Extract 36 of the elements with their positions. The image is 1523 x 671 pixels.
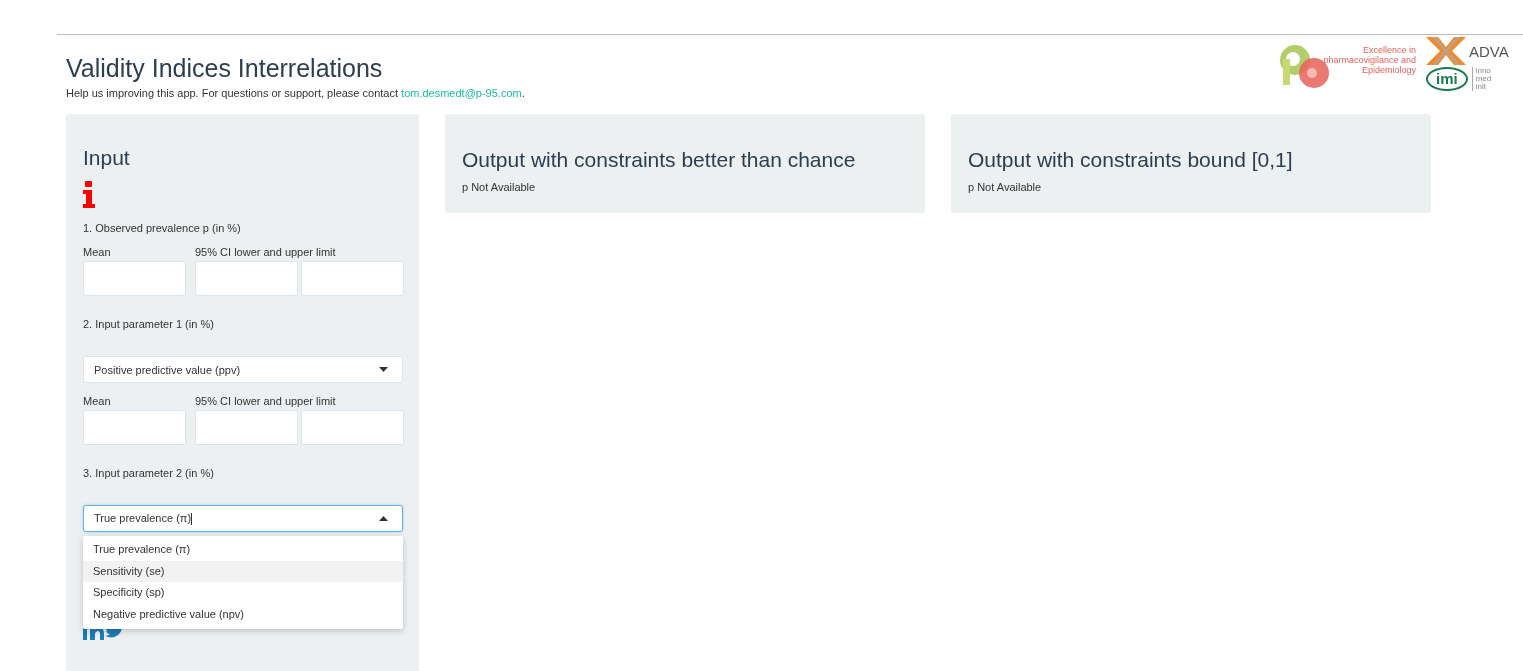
caret-icon (379, 516, 388, 521)
help-text: Help us improving this app. For questions or support, please contact tom.desmedt@p-95.com. (66, 87, 525, 99)
dropdown-option[interactable]: Negative predictive value (npv) (83, 603, 403, 625)
ci-upper-input[interactable] (301, 261, 404, 296)
section-label: 3. Input parameter 2 (in %) (83, 467, 214, 479)
mean-label: Mean (83, 395, 112, 407)
info-icon[interactable] (83, 181, 96, 208)
x-logo-icon (1426, 37, 1466, 65)
mean-input[interactable] (83, 261, 186, 296)
section-label: 1. Observed prevalence p (in %) (83, 222, 241, 234)
ci-label: 95% CI lower and upper limit (195, 395, 336, 407)
imi-logo: imi (1426, 67, 1468, 91)
section-label: 2. Input parameter 1 (in %) (83, 318, 214, 330)
dropdown-option[interactable]: Sensitivity (se) (83, 560, 403, 582)
parameter-select[interactable]: True prevalence (π) (83, 505, 403, 532)
panel-title: Output with constraints better than chance (462, 147, 857, 173)
dropdown-option[interactable]: Specificity (sp) (83, 582, 403, 604)
logo-text: init (1475, 83, 1487, 91)
ci-upper-input[interactable] (301, 410, 404, 445)
app-title: Validity Indices Interrelations (66, 53, 384, 83)
mean-label: Mean (83, 246, 112, 258)
logo-text: inno (1475, 67, 1492, 75)
dropdown-option[interactable]: True prevalence (π) (83, 539, 403, 561)
status-text: p Not Available (462, 181, 537, 193)
parameter-select[interactable]: Positive predictive value (ppv) (83, 356, 403, 383)
ci-lower-input[interactable] (195, 261, 298, 296)
caret-icon (379, 367, 388, 372)
logo-text: med (1475, 75, 1492, 83)
panel-title: Output with constraints bound [0,1] (968, 147, 1294, 173)
panel-title: Input (83, 145, 130, 171)
logo-text: ADVA (1469, 42, 1509, 60)
ci-lower-input[interactable] (195, 410, 298, 445)
mean-input[interactable] (83, 410, 186, 445)
ci-label: 95% CI lower and upper limit (195, 246, 336, 258)
logo-tagline: Excellence in pharmacovigilance and Epidemiology (1322, 44, 1416, 75)
status-text: p Not Available (968, 181, 1043, 193)
